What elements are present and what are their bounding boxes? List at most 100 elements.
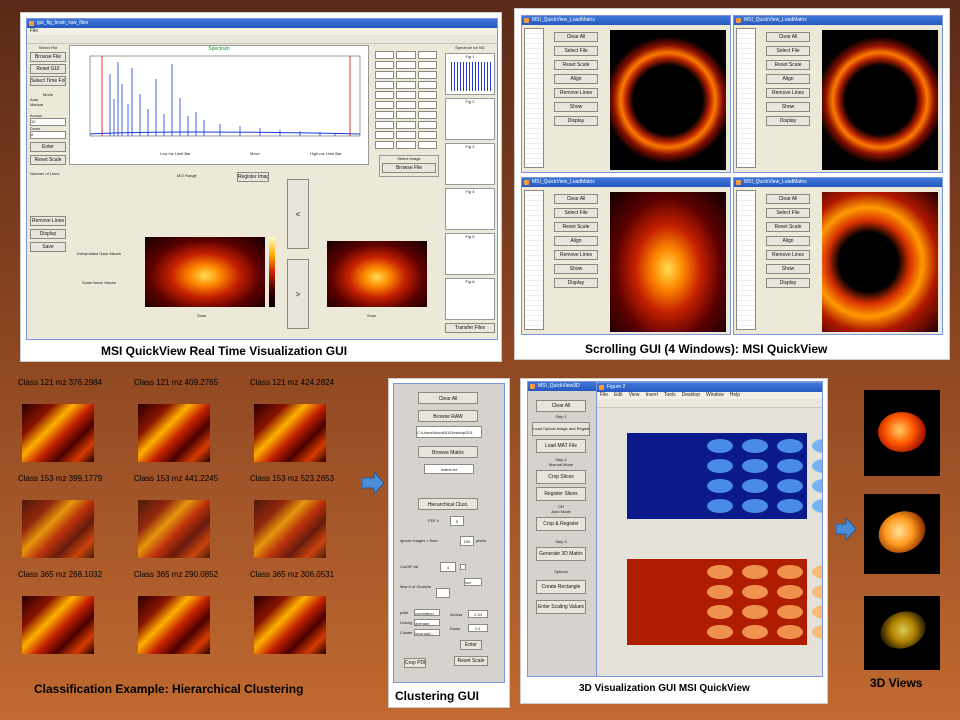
menu-edit[interactable]: Edit (614, 392, 623, 399)
mz-range-field[interactable] (396, 81, 416, 89)
scroll-control-button[interactable]: Show (554, 102, 598, 112)
enter-button[interactable]: Enter (460, 640, 482, 650)
mz-range-field[interactable] (417, 71, 437, 79)
crop-register-button[interactable]: Crop & Register (536, 517, 586, 531)
mz-range-field[interactable] (417, 111, 437, 119)
mz-range-field[interactable] (417, 101, 437, 109)
scroll-control-button[interactable]: Display (554, 116, 598, 126)
mz-listbox[interactable] (736, 28, 756, 168)
scroll-control-button[interactable]: Align (554, 236, 598, 246)
realtime-menubar[interactable]: File (27, 28, 497, 35)
browse-matrix-button[interactable]: Browse Matrix (418, 446, 478, 458)
mz-range-field[interactable] (375, 101, 395, 109)
menu-file[interactable]: File (600, 392, 608, 399)
create-rectangle-button[interactable]: Create Rectangle (536, 580, 586, 594)
linkage-select[interactable]: average (414, 619, 440, 626)
scroll-control-button[interactable]: Select File (554, 46, 598, 56)
hierarchical-clust-button[interactable]: Hierarchical Clust. (418, 498, 478, 510)
mz-listbox[interactable] (524, 190, 544, 330)
mz-listbox[interactable] (524, 28, 544, 168)
ignore-input[interactable]: 100 (460, 536, 474, 546)
mz-range-field[interactable] (417, 81, 437, 89)
load-optical-button[interactable]: Load Optical Image and Register (532, 422, 590, 436)
scroll-control-button[interactable]: Align (766, 236, 810, 246)
mz-range-field[interactable] (375, 141, 395, 149)
register-slices-button[interactable]: Register Slices (536, 487, 586, 501)
cutoff-input[interactable]: 4 (440, 562, 456, 572)
menu-desktop[interactable]: Desktop (682, 392, 700, 399)
scroll-control-button[interactable]: Display (766, 116, 810, 126)
scroll-control-button[interactable]: Align (766, 74, 810, 84)
menu-insert[interactable]: Insert (645, 392, 658, 399)
down-input[interactable]: 0.1 (468, 624, 488, 632)
generate-3d-button[interactable]: Generate 3D Matrix (536, 547, 586, 561)
menu-help[interactable]: Help (730, 392, 740, 399)
matrix-file-field[interactable]: matrix.txt (424, 464, 474, 474)
mz-range-field[interactable] (375, 111, 395, 119)
scroll-control-button[interactable]: Reset Scale (554, 222, 598, 232)
mz-range-field[interactable] (375, 121, 395, 129)
scroll-control-button[interactable]: Reset Scale (554, 60, 598, 70)
enter-button[interactable]: Enter (30, 142, 66, 152)
scroll-control-button[interactable]: Clear All (554, 194, 598, 204)
mz-range-field[interactable] (375, 51, 395, 59)
scroll-control-button[interactable]: Select File (554, 208, 598, 218)
scroll-control-button[interactable]: Clear All (766, 32, 810, 42)
scroll-control-button[interactable]: Show (766, 102, 810, 112)
display-button[interactable]: Display (30, 229, 66, 239)
scroll-control-button[interactable]: Display (766, 278, 810, 288)
scroll-control-button[interactable]: Remove Lines (766, 250, 810, 260)
mode-manual-radio[interactable]: Manual (30, 102, 66, 107)
remove-lines-button[interactable]: Remove Lines (30, 216, 66, 226)
mz-listbox[interactable] (736, 190, 756, 330)
scroll-control-button[interactable]: Align (554, 74, 598, 84)
crop-pdf-button[interactable]: Crop PDF (404, 658, 426, 668)
reset-scale-button[interactable]: Reset Scale (30, 155, 66, 165)
mz-range-field[interactable] (417, 141, 437, 149)
mz-range-field[interactable] (396, 61, 416, 69)
select-time-folder-button[interactable]: Select Time Folder (30, 76, 66, 86)
mz-range-field[interactable] (417, 61, 437, 69)
crop-slices-button[interactable]: Crop Slices (536, 470, 586, 484)
load-mat-button[interactable]: Load MAT File (536, 439, 586, 453)
mz-range-field[interactable] (396, 51, 416, 59)
reset-gui-button[interactable]: Reset GUI (30, 64, 66, 74)
scroll-control-button[interactable]: Reset Scale (766, 60, 810, 70)
down-input[interactable]: 8 (30, 131, 66, 139)
enter-scaling-button[interactable]: Enter Scaling Values (536, 600, 586, 614)
clear-all-button[interactable]: Clear All (418, 392, 478, 404)
cluster-select[interactable]: inconsist... (414, 629, 440, 636)
mz-range-field[interactable] (375, 61, 395, 69)
pdf-input[interactable]: 5 (450, 516, 464, 526)
menu-tools[interactable]: Tools (664, 392, 676, 399)
browse-file-button[interactable]: Browse File (30, 52, 66, 62)
mz-range-field[interactable] (375, 81, 395, 89)
scroll-control-button[interactable]: Remove Lines (766, 88, 810, 98)
transfer-files-button[interactable]: Transfer Files (445, 323, 495, 333)
save-button[interactable]: Save (30, 242, 66, 252)
mz-range-field[interactable] (417, 121, 437, 129)
scroll-control-button[interactable]: Remove Lines (554, 250, 598, 260)
mz-range-field[interactable] (417, 51, 437, 59)
mz-range-field[interactable] (375, 91, 395, 99)
mz-range-field[interactable] (375, 71, 395, 79)
scroll-control-button[interactable]: Show (554, 264, 598, 274)
register-image-button[interactable]: Register Image (237, 172, 269, 182)
scroll-left-button[interactable]: < (287, 179, 309, 249)
scroll-control-button[interactable]: Select File (766, 208, 810, 218)
clear-all-button[interactable]: Clear All (536, 400, 586, 412)
scroll-control-button[interactable]: Show (766, 264, 810, 274)
across-input[interactable]: 2.34 (468, 610, 488, 618)
raw-path-field[interactable]: C:\Users\thom691\Desktop\201 (416, 426, 482, 438)
mz-range-field[interactable] (396, 91, 416, 99)
pdist-select[interactable]: correlation (414, 609, 440, 616)
reset-scale-button[interactable]: Reset Scale (454, 656, 488, 666)
scroll-control-button[interactable]: Display (554, 278, 598, 288)
mz-range-field[interactable] (417, 91, 437, 99)
scroll-right-button[interactable]: > (287, 259, 309, 329)
mz-range-field[interactable] (375, 131, 395, 139)
across-input[interactable]: 12 (30, 118, 66, 126)
mz-range-field[interactable] (396, 111, 416, 119)
mz-range-field[interactable] (417, 131, 437, 139)
mz-range-field[interactable] (396, 141, 416, 149)
